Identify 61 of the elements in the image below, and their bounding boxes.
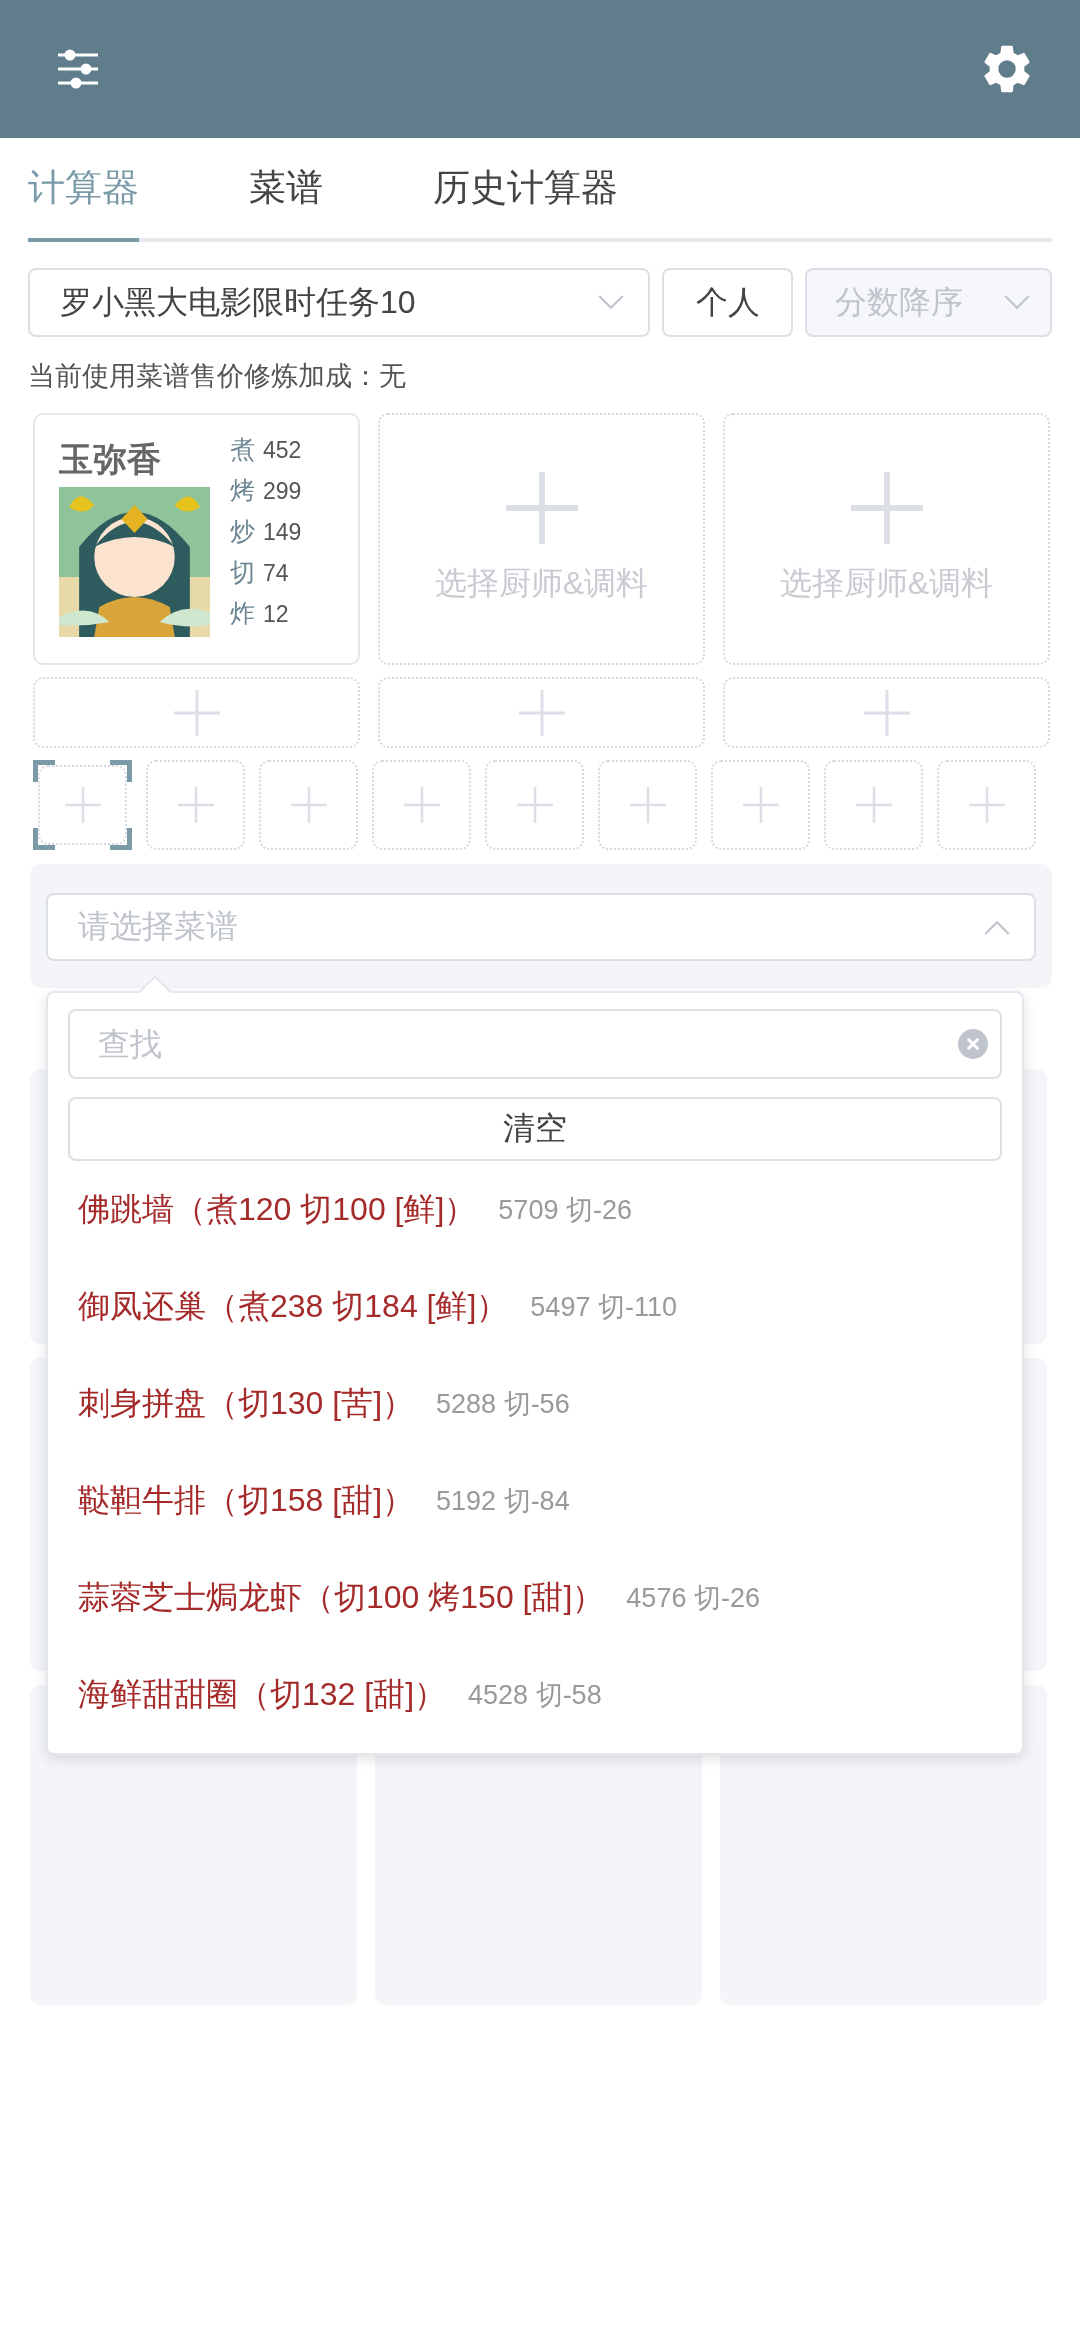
recipe-option[interactable]: 海鲜甜甜圈（切132 [甜]）: [78, 1672, 447, 1717]
skill-label: 炒: [230, 516, 255, 547]
plus-icon: [403, 787, 440, 823]
skill-value: 452: [263, 437, 302, 464]
plus-icon: [863, 689, 910, 736]
plus-icon: [505, 472, 578, 544]
chevron-down-icon: [1004, 295, 1030, 310]
recipe-option[interactable]: 佛跳墙（煮120 切100 [鲜]）: [78, 1187, 477, 1232]
recipe-score: 5192 切-84: [436, 1484, 570, 1518]
ingredient-slot[interactable]: [711, 760, 810, 850]
plus-icon: [516, 787, 553, 823]
chevron-down-icon: [598, 295, 624, 310]
skill-label: 煮: [230, 434, 255, 465]
recipe-score: 4528 切-58: [468, 1678, 602, 1712]
tab[interactable]: 历史计算器: [433, 138, 618, 242]
search-field[interactable]: 查找: [68, 1009, 1002, 1079]
filter-sliders-icon[interactable]: [56, 49, 100, 89]
recipe-option[interactable]: 鞑靼牛排（切158 [甜]）: [78, 1478, 415, 1523]
plus-icon: [850, 472, 923, 544]
recipe-score: 5709 切-26: [498, 1193, 632, 1227]
tab[interactable]: 菜谱: [249, 138, 323, 242]
ingredient-slot[interactable]: [259, 760, 358, 850]
plus-icon: [518, 689, 565, 736]
recipe-option[interactable]: 蒜蓉芝士焗龙虾（切100 烤150 [甜]）: [78, 1575, 605, 1620]
ingredient-slot[interactable]: [146, 760, 245, 850]
plus-icon: [64, 787, 101, 823]
skill-label: 炸: [230, 598, 255, 629]
rule-select[interactable]: 罗小黑大电影限时任务10: [28, 268, 650, 337]
plus-icon: [173, 689, 220, 736]
skill-value: 299: [263, 478, 302, 505]
ingredient-slot[interactable]: [372, 760, 471, 850]
equipment-slot[interactable]: [33, 677, 360, 748]
plus-icon: [290, 787, 327, 823]
plus-icon: [968, 787, 1005, 823]
equipment-slot[interactable]: [378, 677, 705, 748]
recipe-option[interactable]: 刺身拼盘（切130 [苦]）: [78, 1381, 415, 1426]
skill-value: 74: [263, 560, 289, 587]
plus-icon: [855, 787, 892, 823]
chef-name: 玉弥香: [59, 439, 162, 480]
scope-button[interactable]: 个人: [662, 268, 793, 337]
ingredient-slot[interactable]: [598, 760, 697, 850]
ingredient-slot[interactable]: [485, 760, 584, 850]
clear-button[interactable]: 清空: [68, 1097, 1002, 1161]
recipe-score: 5497 切-110: [530, 1290, 677, 1324]
bonus-note: 当前使用菜谱售价修炼加成：无: [28, 360, 407, 393]
recipe-score: 5288 切-56: [436, 1387, 570, 1421]
skill-value: 12: [263, 601, 289, 628]
chevron-up-icon: [984, 919, 1010, 935]
clear-icon[interactable]: [958, 1029, 988, 1059]
chef-card[interactable]: 玉弥香 煮 452 烤 299 炒 149 切 74 炸 12: [33, 413, 360, 665]
skill-label: 烤: [230, 475, 255, 506]
ingredient-slot[interactable]: [824, 760, 923, 850]
skill-value: 149: [263, 519, 302, 546]
plus-icon: [629, 787, 666, 823]
recipe-option[interactable]: 御凤还巢（煮238 切184 [鲜]）: [78, 1284, 509, 1329]
equipment-slot[interactable]: [723, 677, 1050, 748]
ingredient-slot[interactable]: [937, 760, 1036, 850]
recipe-score: 4576 切-26: [626, 1581, 760, 1615]
skill-label: 切: [230, 557, 255, 588]
plus-icon: [177, 787, 214, 823]
plus-icon: [742, 787, 779, 823]
